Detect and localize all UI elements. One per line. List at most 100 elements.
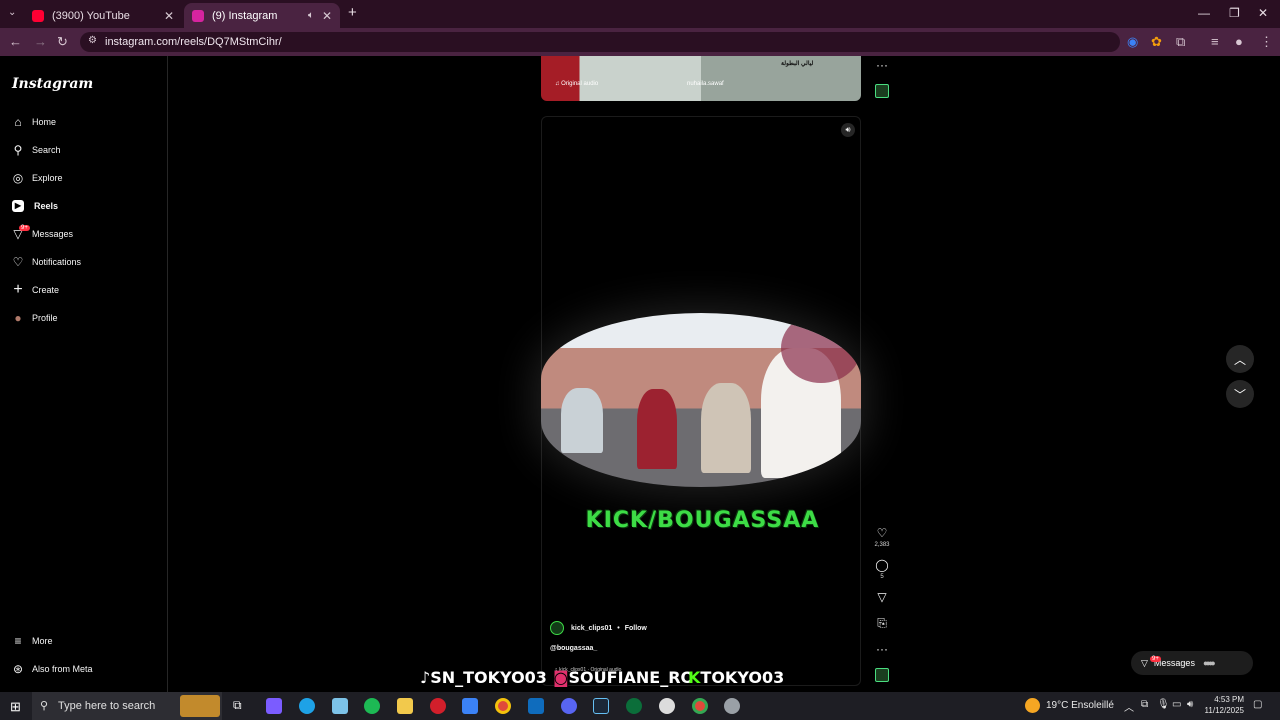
messenger-icon: ▽ 9+ — [1141, 655, 1161, 668]
like-heart-icon[interactable]: ♡ — [874, 526, 890, 540]
audio-thumbnail[interactable] — [875, 668, 889, 682]
save-bookmark-icon[interactable]: ⎘ — [874, 616, 890, 631]
volume-icon[interactable]: 🔊︎ — [1187, 699, 1193, 710]
tab-instagram[interactable]: (9) Instagram 🔈︎ ✕ — [184, 3, 340, 28]
reels-icon: ▶ — [12, 200, 24, 212]
clock-time: 4:53 PM — [1214, 695, 1244, 704]
tiktok-watermark: ♪SN_TOKYO03 — [420, 668, 547, 687]
extension-icon[interactable]: ✿ — [1151, 34, 1162, 50]
audio-thumbnail[interactable] — [875, 84, 889, 98]
app-icon[interactable] — [332, 698, 348, 714]
sidebar-item-also-from-meta[interactable]: ⊛ Also from Meta — [10, 659, 93, 679]
outlook-icon[interactable] — [528, 698, 544, 714]
display-icon[interactable]: ▭ — [1172, 699, 1181, 710]
messages-popup-button[interactable]: ▽ 9+ Messages ●●●● — [1131, 651, 1253, 675]
new-tab-button[interactable]: + — [348, 4, 357, 21]
audio-playing-icon[interactable]: 🔈︎ — [308, 10, 314, 21]
person-figure — [637, 389, 677, 469]
weather-sun-icon[interactable] — [1025, 698, 1040, 713]
minimize-button[interactable]: — — [1198, 6, 1210, 20]
site-info-icon[interactable]: ⚙ — [88, 35, 97, 46]
edge-icon[interactable] — [299, 698, 315, 714]
reload-button[interactable]: ↻ — [57, 34, 68, 50]
instagram-sidebar: Instagram ⌂ Home ⚲ Search ◎ Explore ▶ Re… — [0, 56, 168, 692]
sidebar-item-notifications[interactable]: ♡ Notifications — [10, 252, 81, 272]
more-options-icon[interactable]: ··· — [874, 642, 890, 656]
forward-button[interactable]: → — [34, 34, 47, 49]
restore-button[interactable]: ❐ — [1229, 6, 1240, 20]
author-username[interactable]: kick_clips01 — [571, 625, 612, 632]
close-window-button[interactable]: ✕ — [1258, 6, 1268, 20]
sidebar-item-messages[interactable]: ▽ 9+ Messages — [10, 224, 73, 244]
heart-icon: ♡ — [12, 255, 24, 269]
comment-icon[interactable]: ◯ — [874, 558, 890, 572]
copilot-icon[interactable] — [266, 698, 282, 714]
file-explorer-icon[interactable] — [397, 698, 413, 714]
youtube-favicon-icon — [32, 9, 44, 22]
kick-icon: K — [688, 668, 701, 687]
meta-icon: ⊛ — [12, 662, 24, 676]
close-tab-icon[interactable]: ✕ — [322, 9, 332, 23]
media-control-icon[interactable]: ≡ — [1211, 34, 1219, 49]
sidebar-item-create[interactable]: + Create — [10, 280, 59, 300]
close-tab-icon[interactable]: ✕ — [164, 9, 174, 23]
reel-caption[interactable]: @bougassaa_ — [550, 645, 597, 652]
sidebar-item-search[interactable]: ⚲ Search — [10, 140, 61, 160]
steam-icon[interactable] — [593, 698, 609, 714]
avatar-stack: ●●●● — [1202, 658, 1216, 668]
spotify-icon[interactable] — [364, 698, 380, 714]
address-bar[interactable]: ⚙ instagram.com/reels/DQ7MStmCihr/ — [80, 32, 1120, 52]
share-icon[interactable]: ▽ — [874, 590, 890, 604]
show-hidden-icons[interactable]: ︿ — [1124, 699, 1134, 714]
sidebar-item-explore[interactable]: ◎ Explore — [10, 168, 63, 188]
reel-audio: ♫ Original audio — [555, 81, 599, 87]
author-avatar[interactable] — [550, 621, 564, 635]
person-figure — [701, 383, 751, 473]
extension-shazam-icon[interactable]: ◉ — [1127, 34, 1138, 50]
sidebar-item-label: Create — [32, 285, 60, 295]
follow-button[interactable]: Follow — [625, 625, 647, 632]
network-icon[interactable]: ⧉ — [1141, 699, 1148, 710]
sidebar-item-label: Profile — [32, 313, 58, 323]
notifications-icon[interactable]: ▢ — [1253, 699, 1262, 710]
previous-reel-button[interactable]: ︿ — [1226, 345, 1254, 373]
sidebar-item-more[interactable]: ≡ More — [10, 631, 52, 651]
volume-icon[interactable]: 🔊︎ — [841, 123, 855, 137]
task-view-icon[interactable]: ⧉ — [233, 698, 249, 714]
instagram-logo[interactable]: Instagram — [12, 76, 93, 92]
app-icon[interactable] — [659, 698, 675, 714]
discord-icon[interactable] — [561, 698, 577, 714]
messenger-icon: ▽ 9+ — [13, 225, 30, 241]
extensions-puzzle-icon[interactable]: ⧉ — [1176, 34, 1185, 50]
url-text: instagram.com/reels/DQ7MStmCihr/ — [105, 36, 282, 48]
microphone-icon[interactable]: 🎙︎ — [1157, 699, 1170, 710]
reel-user-tag: nuhaila.sawaf — [687, 81, 724, 87]
tab-search-chevron-icon[interactable]: ⌄ — [8, 7, 16, 18]
weather-text[interactable]: 19°C Ensoleillé — [1046, 700, 1114, 711]
tab-youtube[interactable]: (3900) YouTube ✕ — [24, 3, 182, 28]
next-reel-button[interactable]: ﹀ — [1226, 380, 1254, 408]
profile-avatar[interactable]: ● — [1235, 34, 1243, 49]
chrome-icon[interactable] — [495, 698, 511, 714]
chrome-icon[interactable] — [692, 698, 708, 714]
clock[interactable]: 4:53 PM 11/12/2025 — [1204, 694, 1244, 716]
more-options-icon[interactable]: ··· — [874, 58, 890, 72]
windows-start-icon[interactable]: ⊞ — [10, 699, 21, 715]
previous-reel-video[interactable]: ♫ Original audio nuhaila.sawaf ليالي الب… — [541, 56, 861, 101]
app-icon[interactable] — [724, 698, 740, 714]
sidebar-item-label: Reels — [34, 201, 59, 211]
kick-watermark: KTOKYO03 — [688, 668, 785, 687]
browser-tab-strip: ⌄ (3900) YouTube ✕ (9) Instagram 🔈︎ ✕ + … — [0, 0, 1280, 28]
app-icon[interactable] — [430, 698, 446, 714]
chrome-menu-icon[interactable]: ⋮ — [1260, 34, 1273, 50]
app-icon[interactable] — [626, 698, 642, 714]
sidebar-item-reels[interactable]: ▶ Reels — [10, 196, 58, 216]
back-button[interactable]: ← — [9, 34, 22, 49]
search-highlight-image[interactable] — [180, 695, 220, 717]
separator-dot: • — [617, 624, 620, 632]
sidebar-item-home[interactable]: ⌂ Home — [10, 112, 56, 132]
plus-icon: + — [13, 281, 23, 298]
windows-taskbar: ⊞ ⚲ Type here to search ⧉ 19°C Ensoleill… — [0, 692, 1280, 720]
microsoft-store-icon[interactable] — [462, 698, 478, 714]
sidebar-item-profile[interactable]: ● Profile — [10, 308, 58, 328]
